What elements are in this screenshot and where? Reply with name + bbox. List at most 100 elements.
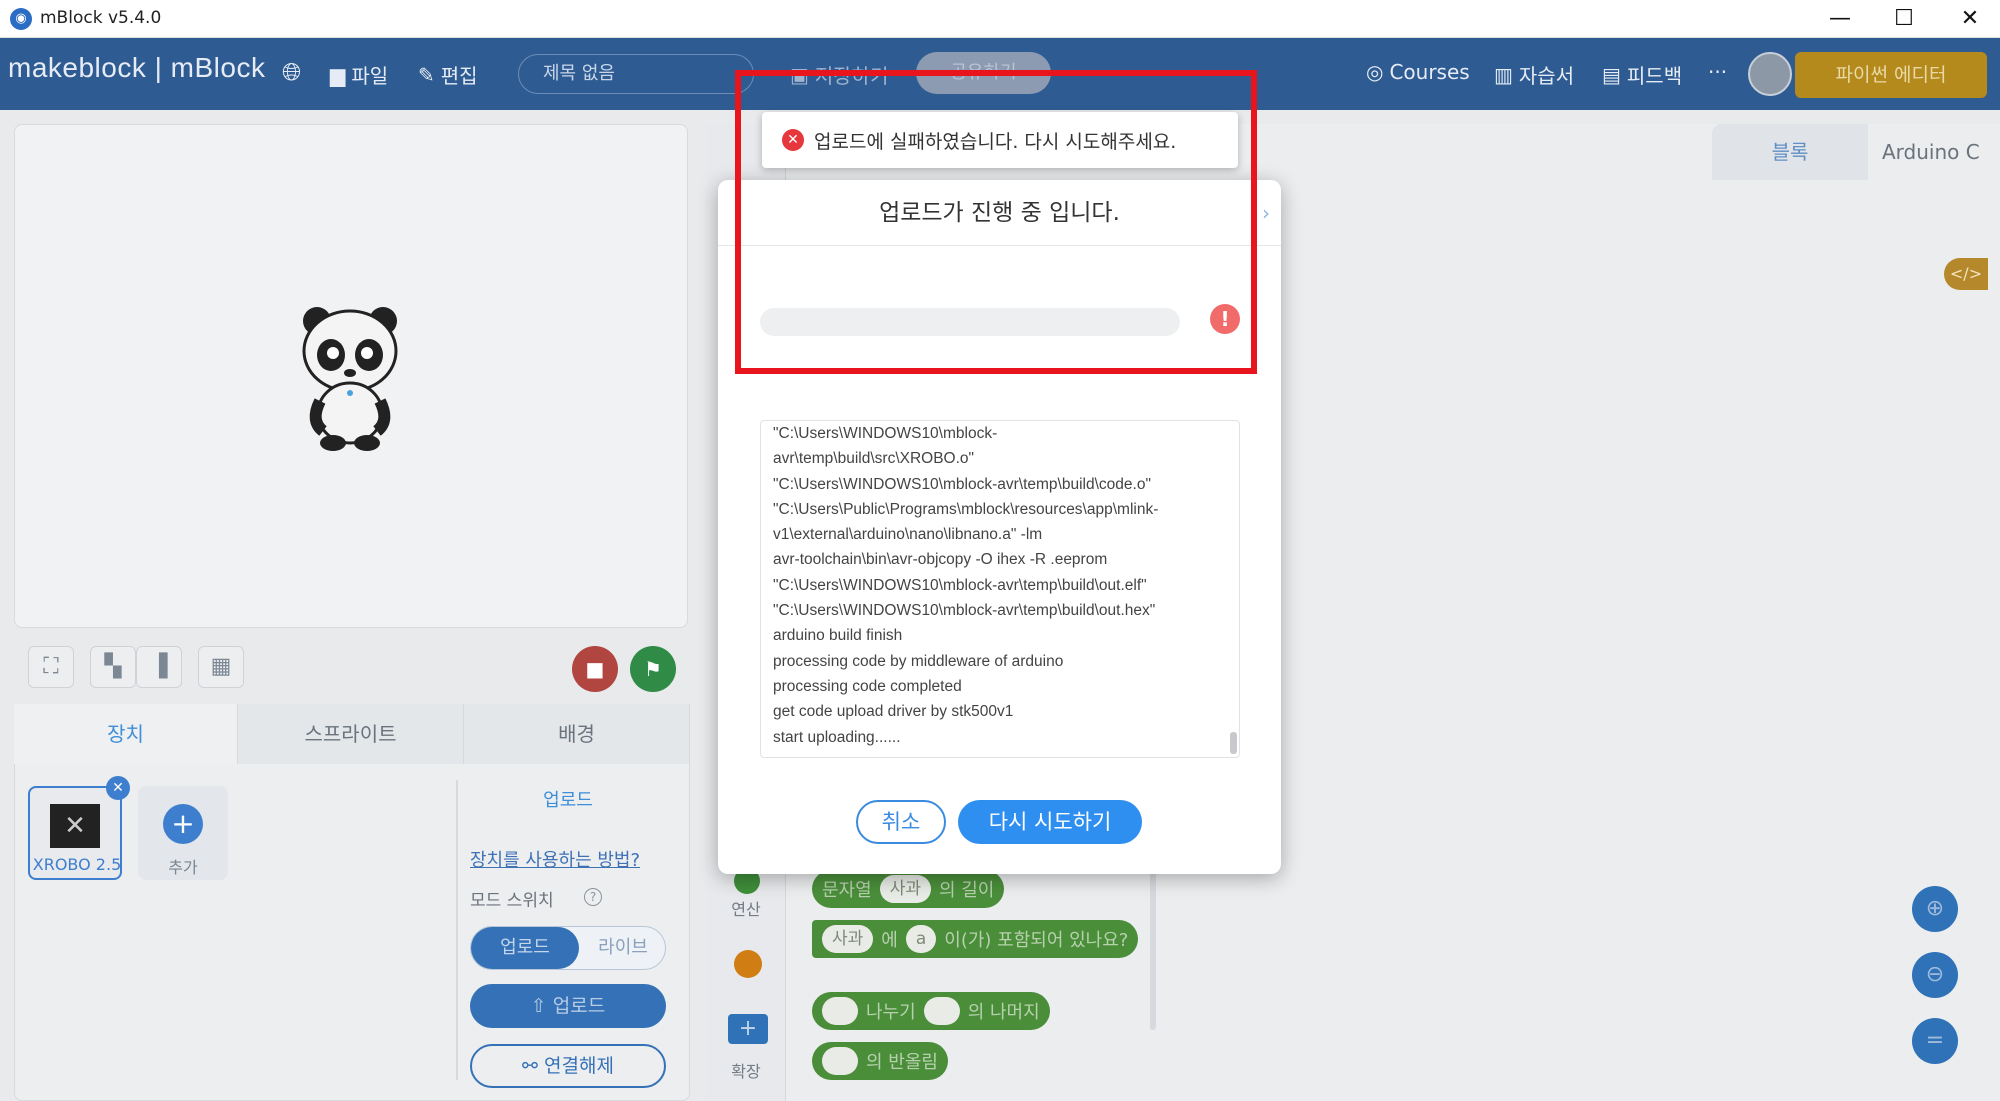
tutorials-label: 자습서 bbox=[1518, 64, 1575, 88]
block-text: 의 나머지 bbox=[967, 1002, 1040, 1023]
plus-icon: + bbox=[163, 804, 203, 844]
globe-icon[interactable]: 🌐︎ bbox=[282, 58, 301, 86]
mode-switch[interactable]: 업로드 라이브 bbox=[470, 926, 666, 970]
device-card-xrobo[interactable]: ✕ XROBO 2.5 bbox=[28, 786, 122, 880]
minimize-button[interactable]: — bbox=[1810, 2, 1870, 36]
log-line: "C:\Users\WINDOWS10\mblock- bbox=[773, 425, 998, 442]
tab-blocks[interactable]: 블록 bbox=[1712, 124, 1868, 180]
wrench-icon: ✎ bbox=[418, 62, 435, 87]
add-device-button[interactable]: + 추가 bbox=[138, 786, 228, 880]
log-line: arduino build finish bbox=[773, 627, 903, 645]
log-line: "C:\Users\WINDOWS10\mblock-avr\temp\buil… bbox=[773, 576, 1147, 594]
more-menu[interactable]: ··· bbox=[1708, 60, 1727, 84]
fullscreen-icon[interactable]: ⛶ bbox=[28, 646, 74, 688]
book-icon: ▥ bbox=[1494, 62, 1513, 87]
add-device-label: 추가 bbox=[168, 858, 198, 877]
block-slot[interactable] bbox=[822, 997, 858, 1025]
maximize-button[interactable]: ☐ bbox=[1874, 2, 1934, 36]
tutorials-menu[interactable]: ▥ 자습서 bbox=[1494, 60, 1574, 89]
block-text: 이(가) 포함되어 있나요? bbox=[944, 930, 1129, 951]
project-title-input[interactable]: 제목 없음 bbox=[518, 54, 754, 94]
log-line: processing code completed bbox=[773, 677, 962, 695]
divider bbox=[456, 780, 458, 1080]
tab-sprites[interactable]: 스프라이트 bbox=[238, 704, 464, 764]
log-line: start uploading...... bbox=[773, 728, 901, 746]
upload-button[interactable]: ⇧ 업로드 bbox=[470, 984, 666, 1028]
block-slot[interactable] bbox=[822, 1047, 858, 1075]
feedback-label: 피드백 bbox=[1626, 64, 1683, 88]
xrobo-logo: ✕ bbox=[50, 804, 100, 848]
log-line: avr\temp\build\src\XROBO.o" bbox=[773, 450, 975, 468]
remove-device-icon[interactable]: ✕ bbox=[106, 776, 130, 800]
disconnect-button[interactable]: ⚯ 연결해제 bbox=[470, 1044, 666, 1088]
panda-sprite[interactable] bbox=[295, 301, 405, 451]
courses-label: Courses bbox=[1389, 60, 1470, 84]
upload-heading: 업로드 bbox=[543, 790, 593, 811]
block-slot[interactable]: 사과 bbox=[879, 875, 931, 903]
annotation-highlight-box bbox=[735, 70, 1257, 374]
extension-label[interactable]: 확장 bbox=[706, 1058, 786, 1082]
grid-icon[interactable]: ▦ bbox=[198, 646, 244, 688]
chat-icon: ▤ bbox=[1602, 62, 1621, 87]
upload-button-label: 업로드 bbox=[552, 995, 606, 1017]
block-text: 에 bbox=[881, 930, 898, 951]
block-slot[interactable]: 사과 bbox=[822, 925, 874, 953]
block-text: 의 길이 bbox=[938, 880, 995, 901]
stop-button[interactable]: ■ bbox=[572, 646, 618, 692]
extension-icon[interactable]: + bbox=[728, 1014, 768, 1044]
operators-category-label[interactable]: 연산 bbox=[706, 896, 786, 920]
help-icon[interactable]: ? bbox=[584, 888, 602, 906]
tab-backdrops[interactable]: 배경 bbox=[464, 704, 690, 764]
block-slot[interactable]: a bbox=[905, 925, 937, 953]
block-text: 나누기 bbox=[866, 1002, 916, 1023]
window-title: mBlock v5.4.0 bbox=[40, 8, 162, 28]
zoom-out-icon[interactable]: ⊖ bbox=[1912, 952, 1958, 998]
log-line: processing code by middleware of arduino bbox=[773, 652, 1064, 670]
mod-block[interactable]: 나누기 의 나머지 bbox=[812, 992, 1050, 1030]
cancel-button[interactable]: 취소 bbox=[856, 800, 946, 844]
log-line: get code upload driver by stk500v1 bbox=[773, 703, 1014, 721]
round-block[interactable]: 의 반올림 bbox=[812, 1042, 948, 1080]
block-text: 의 반올림 bbox=[866, 1052, 938, 1073]
python-editor-button[interactable]: 파이썬 에디터 bbox=[1795, 52, 1987, 98]
window-titlebar: ◉ mBlock v5.4.0 — ☐ ✕ bbox=[0, 0, 2000, 38]
edit-menu-label: 편집 bbox=[440, 64, 478, 88]
retry-button[interactable]: 다시 시도하기 bbox=[958, 800, 1142, 844]
string-length-block[interactable]: 문자열 사과 의 길이 bbox=[812, 870, 1005, 908]
file-menu-label: 파일 bbox=[351, 64, 389, 88]
tab-devices[interactable]: 장치 bbox=[14, 704, 238, 764]
large-stage-icon[interactable]: ▚ bbox=[90, 646, 136, 688]
zoom-reset-icon[interactable]: = bbox=[1912, 1018, 1958, 1064]
code-toggle-icon[interactable]: </> bbox=[1944, 258, 1988, 290]
log-line: "C:\Users\Public\Programs\mblock\resourc… bbox=[773, 500, 1159, 518]
stage-area bbox=[14, 124, 688, 628]
user-avatar[interactable] bbox=[1748, 52, 1792, 96]
mblock-app-icon: ◉ bbox=[10, 8, 32, 30]
variables-category-icon[interactable] bbox=[734, 950, 762, 978]
feedback-menu[interactable]: ▤ 피드백 bbox=[1602, 60, 1682, 89]
green-flag-button[interactable]: ⚑ bbox=[630, 646, 676, 692]
log-scrollbar-thumb[interactable] bbox=[1230, 732, 1237, 754]
file-menu[interactable]: ▆ 파일 bbox=[330, 60, 388, 89]
folder-icon: ▆ bbox=[330, 62, 346, 87]
log-line: "C:\Users\WINDOWS10\mblock-avr\temp\buil… bbox=[773, 602, 1156, 620]
small-stage-icon[interactable]: ▐ bbox=[136, 646, 182, 688]
block-slot[interactable] bbox=[923, 997, 960, 1025]
tab-arduino-c[interactable]: Arduino C bbox=[1882, 124, 2000, 180]
mode-upload-option[interactable]: 업로드 bbox=[471, 927, 579, 969]
upload-icon: ⇧ bbox=[530, 995, 553, 1017]
courses-icon: ◎ bbox=[1366, 60, 1384, 84]
string-contains-block[interactable]: 사과 에 a 이(가) 포함되어 있나요? bbox=[812, 920, 1139, 958]
courses-menu[interactable]: ◎ Courses bbox=[1366, 60, 1470, 84]
mode-switch-label: 모드 스위치 bbox=[470, 891, 554, 911]
mode-live-option[interactable]: 라이브 bbox=[579, 927, 667, 969]
block-text: 문자열 bbox=[822, 880, 872, 901]
how-to-use-device-link[interactable]: 장치를 사용하는 방법? bbox=[470, 846, 640, 872]
close-window-button[interactable]: ✕ bbox=[1940, 2, 2000, 36]
edit-menu[interactable]: ✎ 편집 bbox=[418, 60, 478, 89]
zoom-in-icon[interactable]: ⊕ bbox=[1912, 886, 1958, 932]
makeblock-logo: makeblock | mBlock bbox=[8, 52, 266, 83]
log-line: v1\external\arduino\nano\libnano.a" -lm bbox=[773, 526, 1043, 544]
device-name: XROBO 2.5 bbox=[32, 855, 122, 874]
upload-log[interactable]: "C:\Users\WINDOWS10\mblock-avr\temp\buil… bbox=[760, 420, 1240, 758]
